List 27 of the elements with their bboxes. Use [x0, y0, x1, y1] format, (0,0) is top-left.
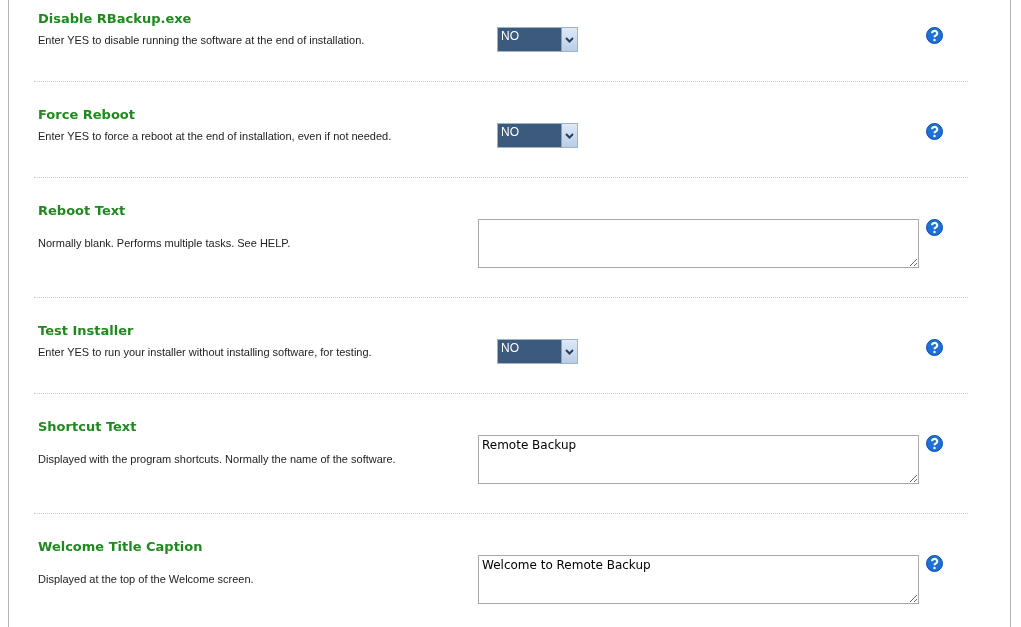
help-icon[interactable] [926, 435, 943, 452]
setting-description: Enter YES to force a reboot at the end of installation, even if not needed. [38, 130, 392, 143]
setting-description: Displayed at the top of the Welcome screen. [38, 573, 254, 586]
setting-description: Enter YES to run your installer without installing software, for testing. [38, 346, 372, 359]
setting-title: Test Installer [38, 323, 134, 338]
setting-description: Normally blank. Performs multiple tasks. See HELP. [38, 237, 291, 250]
text-area-field[interactable]: Welcome to Remote Backup [478, 555, 919, 604]
setting-title: Reboot Text [38, 203, 126, 218]
help-icon[interactable] [926, 219, 943, 236]
caret-icon [565, 348, 574, 355]
help-icon[interactable] [926, 27, 943, 44]
setting-description: Displayed with the program shortcuts. Normally the name of the software. [38, 453, 396, 466]
caret-icon [565, 132, 574, 139]
dropdown[interactable]: NO [497, 339, 578, 364]
setting-title: Shortcut Text [38, 419, 137, 434]
dropdown[interactable]: NO [497, 27, 578, 52]
dropdown[interactable]: NO [497, 123, 578, 148]
setting-title: Disable RBackup.exe [38, 11, 192, 26]
text-area-field[interactable] [478, 219, 919, 268]
text-area-field[interactable]: Remote Backup [478, 435, 919, 484]
setting-description: Enter YES to disable running the software at the end of installation. [38, 34, 365, 47]
help-icon[interactable] [926, 123, 943, 140]
help-icon[interactable] [926, 555, 943, 572]
setting-title: Force Reboot [38, 107, 135, 122]
help-icon[interactable] [926, 339, 943, 356]
setting-title: Welcome Title Caption [38, 539, 203, 554]
caret-icon [565, 36, 574, 43]
